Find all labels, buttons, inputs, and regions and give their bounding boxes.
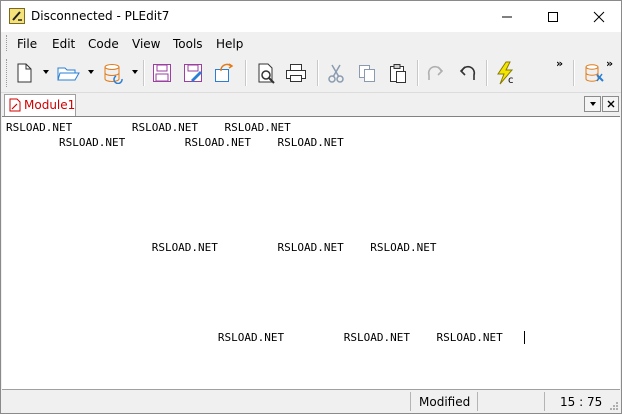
save-button[interactable] bbox=[149, 60, 175, 86]
scissors-icon bbox=[328, 64, 344, 83]
menu-tools[interactable]: Tools bbox=[173, 37, 203, 51]
open-folder-icon bbox=[57, 67, 80, 81]
module-file-icon bbox=[9, 98, 21, 112]
minimize-icon bbox=[502, 16, 512, 17]
maximize-button[interactable] bbox=[530, 1, 576, 32]
database-tools-icon bbox=[585, 64, 604, 82]
copy-icon bbox=[359, 65, 375, 82]
save-as-icon bbox=[184, 64, 202, 82]
chevron-down-icon[interactable] bbox=[87, 68, 95, 76]
editor-line: RSLOAD.NET RSLOAD.NET RSLOAD.NET bbox=[6, 241, 437, 254]
database-button[interactable] bbox=[100, 60, 126, 86]
maximize-icon bbox=[548, 11, 558, 22]
title-bar[interactable]: Disconnected - PLEdit7 bbox=[1, 1, 621, 32]
tab-module1[interactable]: Module1 bbox=[4, 94, 76, 116]
toolbar-separator bbox=[317, 60, 319, 86]
chevron-down-icon bbox=[589, 102, 596, 106]
close-icon bbox=[593, 11, 605, 22]
toolbar-overflow-chevron[interactable]: » bbox=[556, 57, 563, 70]
copy-button[interactable] bbox=[354, 60, 380, 86]
toolbar-separator bbox=[573, 60, 575, 86]
menu-code[interactable]: Code bbox=[88, 37, 119, 51]
lightning-icon: c bbox=[497, 61, 514, 85]
tab-list-dropdown-button[interactable] bbox=[584, 96, 601, 112]
tab-label: Module1 bbox=[24, 98, 76, 112]
database-icon bbox=[104, 64, 123, 84]
status-bar: Modified 15 : 75 bbox=[1, 390, 621, 413]
redo-button[interactable] bbox=[423, 60, 449, 86]
close-icon bbox=[607, 100, 614, 108]
printer-icon bbox=[286, 64, 306, 82]
chevron-down-icon[interactable] bbox=[131, 68, 139, 76]
configure-database-button[interactable] bbox=[581, 60, 607, 86]
minimize-button[interactable] bbox=[484, 1, 530, 32]
save-all-button[interactable] bbox=[211, 60, 237, 86]
paste-icon bbox=[390, 64, 406, 83]
save-icon bbox=[153, 64, 171, 82]
cut-button[interactable] bbox=[323, 60, 349, 86]
editor-line: RSLOAD.NET RSLOAD.NET RSLOAD.NET bbox=[6, 136, 344, 149]
status-separator bbox=[410, 392, 411, 411]
save-as-button[interactable] bbox=[180, 60, 206, 86]
document-tab-strip: Module1 bbox=[1, 93, 621, 116]
toolbar-separator bbox=[486, 60, 488, 86]
print-preview-icon bbox=[258, 63, 275, 84]
undo-button[interactable] bbox=[454, 60, 480, 86]
save-all-icon bbox=[215, 63, 234, 82]
status-separator bbox=[544, 392, 545, 411]
editor-line: RSLOAD.NET RSLOAD.NET RSLOAD.NET bbox=[6, 121, 291, 134]
paste-button[interactable] bbox=[385, 60, 411, 86]
svg-text:c: c bbox=[508, 75, 514, 85]
undo-icon bbox=[459, 65, 476, 80]
resize-grip-icon[interactable] bbox=[609, 401, 619, 411]
close-tab-button[interactable] bbox=[602, 96, 619, 112]
status-modified: Modified bbox=[419, 395, 471, 409]
toolbar-overflow-chevron-right[interactable]: » bbox=[606, 57, 613, 70]
application-window: Disconnected - PLEdit7 File Edit Code Vi… bbox=[0, 0, 622, 414]
chevron-down-icon[interactable] bbox=[42, 68, 50, 76]
toolbar-grip[interactable] bbox=[6, 59, 9, 87]
redo-icon bbox=[427, 65, 444, 80]
menu-view[interactable]: View bbox=[132, 37, 160, 51]
menu-help[interactable]: Help bbox=[216, 37, 243, 51]
editor-line: RSLOAD.NET RSLOAD.NET RSLOAD.NET bbox=[6, 331, 503, 344]
toolbar-separator bbox=[245, 60, 247, 86]
menu-edit[interactable]: Edit bbox=[52, 37, 75, 51]
close-button[interactable] bbox=[576, 1, 622, 32]
toolbar: c » » bbox=[1, 54, 621, 93]
window-title: Disconnected - PLEdit7 bbox=[31, 9, 170, 23]
open-folder-button[interactable] bbox=[55, 60, 81, 86]
execute-code-button[interactable]: c bbox=[493, 60, 519, 86]
menu-bar: File Edit Code View Tools Help bbox=[1, 32, 621, 54]
menubar-grip[interactable] bbox=[6, 35, 9, 51]
new-document-button[interactable] bbox=[11, 60, 37, 86]
status-cursor-position: 15 : 75 bbox=[560, 395, 603, 409]
menu-file[interactable]: File bbox=[17, 37, 37, 51]
new-document-icon bbox=[17, 63, 32, 83]
code-editor[interactable]: RSLOAD.NET RSLOAD.NET RSLOAD.NET RSLOAD.… bbox=[2, 116, 620, 390]
text-caret bbox=[524, 331, 525, 344]
app-logo-icon bbox=[9, 8, 25, 24]
toolbar-separator bbox=[417, 60, 419, 86]
toolbar-separator bbox=[143, 60, 145, 86]
status-separator bbox=[477, 392, 478, 411]
print-preview-button[interactable] bbox=[253, 60, 279, 86]
print-button[interactable] bbox=[283, 60, 309, 86]
